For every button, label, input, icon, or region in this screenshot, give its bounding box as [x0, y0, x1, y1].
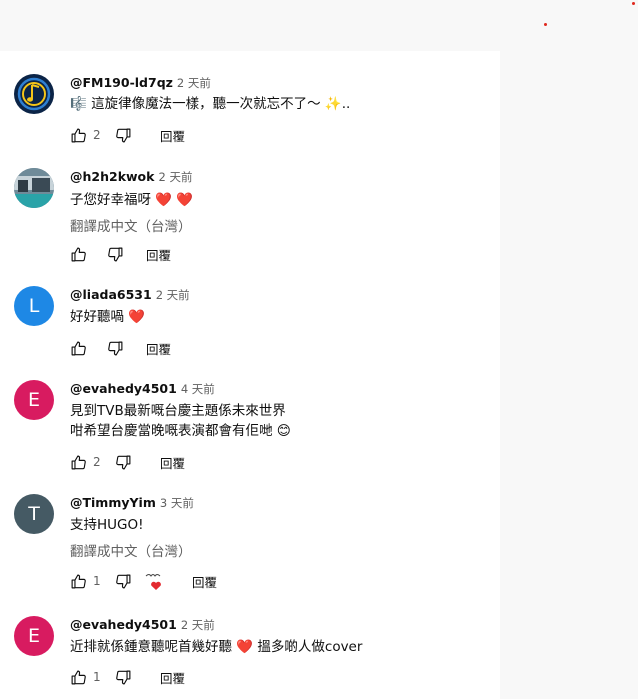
author-line: @liada6531 2 天前: [70, 287, 190, 303]
like-count: 2: [93, 455, 101, 469]
timestamp[interactable]: 3 天前: [160, 496, 194, 510]
avatar[interactable]: [14, 168, 54, 208]
action-bar: 2 回覆: [70, 452, 185, 472]
creator-heart-icon: [145, 574, 161, 590]
timestamp[interactable]: 2 天前: [177, 76, 211, 90]
comment-text: 咁希望台慶當晚嘅表演都會有佢哋 😊: [70, 423, 291, 439]
avatar-letter: L: [28, 295, 40, 317]
avatar[interactable]: E: [14, 616, 54, 656]
author-name[interactable]: @FM190-ld7qz: [70, 75, 173, 90]
thumbs-up-icon: [71, 247, 86, 261]
translate-link[interactable]: 翻譯成中文（台灣）: [70, 540, 192, 560]
avatar-photo-icon: [14, 168, 54, 208]
action-bar: 1 回覆: [70, 571, 217, 591]
timestamp[interactable]: 2 天前: [181, 618, 215, 632]
comment: @h2h2kwok 2 天前 子您好幸福呀 ❤️ ❤️ 翻譯成中文（台灣） 回覆: [14, 168, 500, 268]
avatar-logo-icon: [17, 77, 51, 111]
thumbs-down-icon: [108, 247, 123, 261]
avatar[interactable]: L: [14, 286, 54, 326]
dislike-button[interactable]: [115, 454, 132, 471]
indicator-dot: [544, 23, 547, 26]
author-line: @evahedy4501 4 天前: [70, 381, 215, 397]
like-button[interactable]: [70, 340, 87, 357]
thumbs-down-icon: [116, 670, 131, 684]
avatar-letter: T: [28, 503, 40, 525]
like-count: 2: [93, 128, 101, 142]
reply-button[interactable]: 回覆: [160, 453, 185, 472]
avatar-letter: E: [27, 625, 40, 647]
dislike-button[interactable]: [107, 246, 124, 263]
comment: L @liada6531 2 天前 好好聽喎 ❤️ 回覆: [14, 286, 500, 366]
thumbs-up-icon: [71, 574, 86, 588]
like-count: 1: [93, 574, 101, 588]
action-bar: 回覆: [70, 338, 171, 358]
creator-heart-badge: [144, 571, 168, 591]
thumbs-down-icon: [116, 128, 131, 142]
thumbs-down-icon: [116, 574, 131, 588]
like-button[interactable]: [70, 669, 87, 686]
like-button[interactable]: [70, 573, 87, 590]
author-line: @TimmyYim 3 天前: [70, 495, 194, 511]
action-bar: 2 回覆: [70, 125, 185, 145]
reply-button[interactable]: 回覆: [160, 668, 185, 687]
comment-text: 見到TVB最新嘅台慶主題係未來世界: [70, 403, 286, 419]
author-name[interactable]: @TimmyYim: [70, 495, 156, 510]
comment-text: 近排就係鍾意聽呢首幾好聽 ❤️ 搵多啲人做cover: [70, 639, 363, 655]
indicator-dot: [632, 2, 635, 5]
avatar[interactable]: E: [14, 380, 54, 420]
timestamp[interactable]: 4 天前: [181, 382, 215, 396]
thumbs-up-icon: [71, 128, 86, 142]
translate-link[interactable]: 翻譯成中文（台灣）: [70, 215, 192, 235]
reply-button[interactable]: 回覆: [146, 339, 171, 358]
comment-text: 支持HUGO!: [70, 517, 144, 533]
thumbs-up-icon: [71, 341, 86, 355]
author-name[interactable]: @evahedy4501: [70, 617, 177, 632]
thumbs-down-icon: [108, 341, 123, 355]
comment: E @evahedy4501 2 天前 近排就係鍾意聽呢首幾好聽 ❤️ 搵多啲人做…: [14, 616, 500, 696]
thumbs-down-icon: [116, 455, 131, 469]
thumbs-up-icon: [71, 455, 86, 469]
timestamp[interactable]: 2 天前: [158, 170, 192, 184]
comment: @FM190-ld7qz 2 天前 🎼 這旋律像魔法一樣，聽一次就忘不了～ ✨..…: [14, 74, 500, 154]
avatar-letter: E: [27, 389, 40, 411]
thumbs-up-icon: [71, 670, 86, 684]
author-name[interactable]: @liada6531: [70, 287, 152, 302]
avatar[interactable]: T: [14, 494, 54, 534]
dislike-button[interactable]: [107, 340, 124, 357]
author-line: @FM190-ld7qz 2 天前: [70, 75, 211, 91]
reply-button[interactable]: 回覆: [146, 245, 171, 264]
like-count: 1: [93, 670, 101, 684]
author-line: @h2h2kwok 2 天前: [70, 169, 192, 185]
like-button[interactable]: [70, 454, 87, 471]
action-bar: 1 回覆: [70, 667, 185, 687]
like-button[interactable]: [70, 246, 87, 263]
dislike-button[interactable]: [115, 669, 132, 686]
comment-text: 子您好幸福呀 ❤️ ❤️: [70, 192, 194, 208]
comment-text: 好好聽喎 ❤️: [70, 309, 146, 325]
author-name[interactable]: @h2h2kwok: [70, 169, 154, 184]
comment-text: 🎼 這旋律像魔法一樣，聽一次就忘不了～ ✨..: [70, 96, 351, 112]
dislike-button[interactable]: [115, 127, 132, 144]
reply-button[interactable]: 回覆: [192, 572, 217, 591]
comment: T @TimmyYim 3 天前 支持HUGO! 翻譯成中文（台灣） 1 回覆: [14, 494, 500, 594]
dislike-button[interactable]: [115, 573, 132, 590]
action-bar: 回覆: [70, 244, 171, 264]
author-name[interactable]: @evahedy4501: [70, 381, 177, 396]
timestamp[interactable]: 2 天前: [156, 288, 190, 302]
comment: E @evahedy4501 4 天前 見到TVB最新嘅台慶主題係未來世界 咁希望…: [14, 380, 500, 480]
reply-button[interactable]: 回覆: [160, 126, 185, 145]
author-line: @evahedy4501 2 天前: [70, 617, 215, 633]
right-panel: [500, 0, 638, 699]
avatar[interactable]: [14, 74, 54, 114]
like-button[interactable]: [70, 127, 87, 144]
